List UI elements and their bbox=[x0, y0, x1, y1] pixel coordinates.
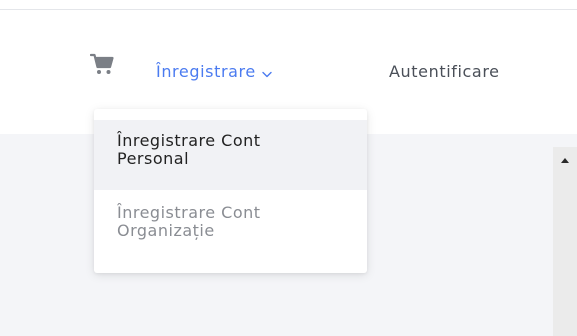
menu-item-register-organization-account[interactable]: Înregistrare Cont Organizație bbox=[94, 190, 367, 260]
register-dropdown-menu: Înregistrare Cont Personal Înregistrare … bbox=[94, 109, 367, 273]
chevron-down-icon bbox=[262, 63, 272, 82]
menu-item-label-line2: Organizație bbox=[117, 221, 215, 240]
register-label: Înregistrare bbox=[156, 62, 256, 81]
menu-item-register-personal-account[interactable]: Înregistrare Cont Personal bbox=[94, 120, 367, 190]
login-link[interactable]: Autentificare bbox=[389, 62, 500, 81]
scrollbar[interactable] bbox=[553, 147, 577, 336]
shopping-cart-icon[interactable] bbox=[89, 53, 114, 75]
menu-item-label-line2: Personal bbox=[117, 149, 190, 168]
scroll-up-arrow-icon[interactable] bbox=[561, 158, 569, 163]
page: Înregistrare Autentificare Înregistrare … bbox=[0, 0, 577, 336]
menu-item-label-line1: Înregistrare Cont bbox=[117, 203, 261, 222]
register-menu-trigger[interactable]: Înregistrare bbox=[156, 62, 272, 82]
menu-item-label-line1: Înregistrare Cont bbox=[117, 131, 261, 150]
